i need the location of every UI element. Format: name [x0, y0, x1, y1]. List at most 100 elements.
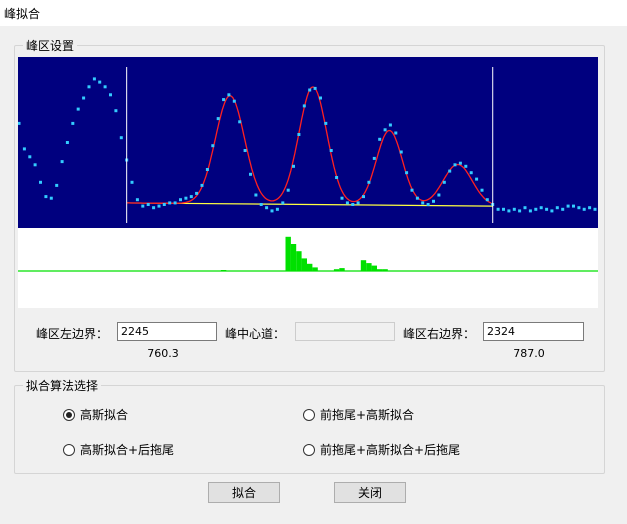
- algorithm-group: 拟合算法选择: [14, 377, 605, 474]
- spectrum-point-79: [442, 180, 446, 184]
- spectrum-point-81: [453, 163, 457, 167]
- spectrum-point-36: [211, 144, 215, 148]
- spectrum-point-91: [507, 209, 511, 213]
- spectrum-point-74: [415, 196, 419, 200]
- spectrum-point-11: [76, 107, 80, 111]
- radio-front-tail-gaussian[interactable]: 前拖尾+高斯拟合: [303, 406, 414, 423]
- peak-center-label: 峰中心道：: [225, 327, 286, 341]
- spectrum-point-85: [475, 177, 479, 181]
- residual-bar-9: [360, 260, 367, 271]
- spectrum-point-82: [458, 161, 462, 165]
- peak-settings-title: 峰区设置: [23, 37, 78, 54]
- spectrum-point-18: [114, 109, 118, 113]
- spectrum-point-104: [577, 206, 581, 210]
- radio-front-gaussian-back-label: 前拖尾+高斯拟合+后拖尾: [320, 443, 461, 457]
- radio-gaussian-back-tail[interactable]: 高斯拟合+后拖尾: [63, 441, 174, 458]
- spectrum-point-92: [512, 207, 516, 211]
- spectrum-point-68: [383, 128, 387, 132]
- spectrum-point-55: [313, 86, 317, 90]
- right-boundary-input[interactable]: [483, 322, 584, 341]
- spectrum-point-44: [254, 193, 258, 197]
- spectrum-point-17: [109, 93, 112, 97]
- spectrum-point-23: [141, 204, 145, 208]
- spectrum-point-10: [71, 121, 75, 125]
- spectrum-point-76: [426, 203, 430, 206]
- spectrum-point-83: [464, 164, 468, 168]
- spectrum-point-99: [550, 209, 554, 213]
- residual-bar-1: [285, 236, 291, 271]
- radio-gaussian[interactable]: 高斯拟合: [63, 406, 128, 423]
- spectrum-point-37: [216, 117, 220, 121]
- spectrum-point-21: [130, 180, 134, 184]
- spectrum-point-0: [18, 121, 21, 125]
- spectrum-point-63: [356, 201, 360, 205]
- left-boundary-label: 峰区左边界：: [36, 327, 109, 341]
- spectrum-point-100: [555, 206, 559, 210]
- spectrum-point-77: [432, 199, 435, 203]
- radio-gaussian-indicator[interactable]: [63, 408, 75, 421]
- spectrum-point-6: [49, 196, 53, 200]
- residual-bar-2: [290, 244, 297, 271]
- spectrum-point-98: [545, 207, 549, 211]
- title-bar: 峰拟合: [0, 0, 627, 27]
- spectrum-point-29: [173, 201, 177, 205]
- window-title: 峰拟合: [4, 7, 41, 21]
- spectrum-point-57: [324, 121, 328, 125]
- spectrum-point-41: [238, 120, 242, 124]
- spectrum-point-96: [534, 207, 538, 211]
- radio-gaussian-label: 高斯拟合: [80, 408, 129, 422]
- spectrum-point-70: [394, 131, 398, 135]
- spectrum-point-90: [502, 207, 505, 211]
- spectrum-point-49: [281, 201, 285, 205]
- radio-front-tail-gaussian-indicator[interactable]: [303, 408, 315, 421]
- spectrum-point-62: [351, 203, 355, 206]
- close-button[interactable]: 关闭: [334, 482, 406, 503]
- spectrum-point-14: [92, 77, 96, 81]
- spectrum-point-19: [119, 136, 123, 140]
- spectrum-point-32: [189, 195, 193, 199]
- spectrum-point-107: [593, 207, 597, 211]
- spectrum-point-46: [265, 206, 269, 210]
- spectrum-point-13: [87, 85, 91, 89]
- radio-front-gaussian-back-indicator[interactable]: [303, 443, 315, 456]
- spectrum-point-24: [146, 203, 150, 206]
- spectrum-point-38: [222, 98, 226, 102]
- spectrum-point-28: [168, 201, 172, 205]
- spectrum-point-80: [448, 169, 452, 173]
- spectrum-point-3: [33, 163, 37, 167]
- spectrum-point-1: [22, 147, 26, 151]
- spectrum-point-69: [388, 123, 392, 127]
- spectrum-point-25: [152, 206, 156, 210]
- left-boundary-input[interactable]: [117, 322, 217, 341]
- spectrum-point-52: [297, 133, 301, 136]
- spectrum-plot[interactable]: [18, 57, 598, 308]
- fit-button[interactable]: 拟合: [208, 482, 280, 503]
- spectrum-point-75: [421, 201, 425, 205]
- spectrum-point-54: [308, 88, 312, 92]
- spectrum-point-97: [539, 206, 543, 210]
- spectrum-point-67: [378, 137, 382, 141]
- spectrum-point-2: [28, 155, 32, 159]
- residual-bar-5: [307, 263, 313, 271]
- spectrum-point-78: [437, 193, 441, 197]
- spectrum-point-34: [200, 183, 204, 187]
- spectrum-point-27: [162, 203, 166, 206]
- radio-front-tail-gaussian-label: 前拖尾+高斯拟合: [320, 408, 415, 422]
- spectrum-point-45: [259, 203, 263, 206]
- spectrum-point-65: [367, 180, 371, 184]
- spectrum-background: [18, 57, 598, 228]
- spectrum-point-84: [469, 171, 473, 175]
- radio-gaussian-back-tail-indicator[interactable]: [63, 443, 75, 456]
- spectrum-point-72: [405, 171, 409, 175]
- spectrum-point-4: [39, 180, 42, 184]
- spectrum-point-12: [82, 96, 86, 100]
- radio-front-gaussian-back[interactable]: 前拖尾+高斯拟合+后拖尾: [303, 441, 460, 458]
- spectrum-canvas[interactable]: [18, 57, 598, 308]
- spectrum-point-53: [302, 104, 306, 108]
- spectrum-point-59: [335, 176, 339, 179]
- spectrum-point-89: [496, 207, 500, 211]
- spectrum-point-93: [518, 209, 522, 213]
- spectrum-point-33: [195, 191, 199, 195]
- spectrum-point-56: [319, 96, 322, 100]
- spectrum-point-64: [362, 195, 365, 199]
